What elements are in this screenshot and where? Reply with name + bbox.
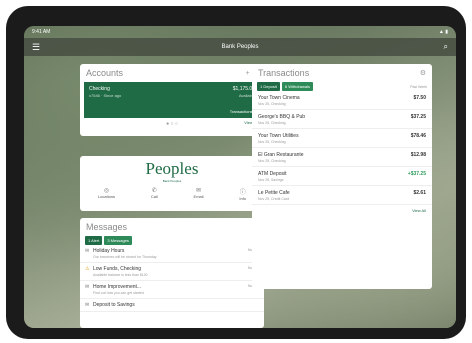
mail-icon: ✉ [85, 302, 90, 308]
warning-icon: ⚠ [85, 266, 90, 272]
quick-label: Email [193, 194, 204, 199]
table-row[interactable]: George's BBQ & Pub Nov 25, Checking $37.25 [252, 110, 432, 129]
tx-amount: $7.50 [413, 95, 426, 101]
accounts-card: Accounts + ⚙ Checking $1,175.01 x7546 · … [80, 64, 264, 136]
ipad-frame: 9:41 AM ▲ ▮ ☰ Bank Peoples ⌕ Accounts + … [6, 6, 466, 339]
mail-icon: ✉ [196, 188, 202, 194]
account-name: Checking [89, 86, 110, 92]
tx-name: Your Town Utilities [258, 133, 299, 139]
message-title: Deposit to Savings [93, 302, 135, 308]
tx-sub: Nov 25, Savings [258, 178, 284, 182]
tx-sub: Nov 25, Checking [258, 159, 286, 163]
tx-amount: $12.98 [410, 152, 426, 158]
messages-card: Messages ⚙ 1 Alert 3 Messages ✉Holiday H… [80, 218, 264, 328]
page-dots: ● ○ ○ View all [80, 118, 264, 130]
message-title: Low Funds, Checking [93, 266, 142, 272]
table-row[interactable]: Your Town Cinema Nov 25, Checking $7.50 [252, 91, 432, 110]
table-row[interactable]: Your Town Utilities Nov 25, Checking $78.4… [252, 129, 432, 148]
tx-sub: Nov 25, Checking [258, 102, 286, 106]
message-title: Holiday Hours [93, 248, 125, 254]
tx-name: Le Petite Cafe [258, 190, 290, 196]
peoples-logo: Peoples [145, 159, 199, 178]
quick-label: Call [150, 194, 158, 199]
menu-icon[interactable]: ☰ [32, 42, 40, 53]
tx-amount: $78.46 [410, 133, 426, 139]
table-row[interactable]: ATM Deposit Nov 25, Savings +$37.25 [252, 167, 432, 186]
nav-bar: ☰ Bank Peoples ⌕ [24, 38, 456, 56]
tx-amount: $37.25 [410, 114, 426, 120]
withdrawals-pill[interactable]: 6 Withdrawals [281, 82, 314, 91]
list-item[interactable]: ✉ Deposit to Savings [80, 299, 264, 312]
tx-name: George's BBQ & Pub [258, 114, 306, 120]
messages-title: Messages [86, 222, 128, 232]
account-sub: x7546 · Since ago [89, 93, 122, 98]
quick-label: Locations [97, 194, 116, 199]
messages-pill[interactable]: 3 Messages [104, 236, 132, 245]
quick-email[interactable]: ✉ Email [194, 187, 204, 201]
message-sub: Find out how you can get started [93, 291, 144, 295]
screen: 9:41 AM ▲ ▮ ☰ Bank Peoples ⌕ Accounts + … [24, 26, 456, 328]
deposits-pill[interactable]: 1 Deposit [257, 82, 280, 91]
settings-icon[interactable]: ⚙ [420, 69, 426, 77]
table-row[interactable]: El Gran Restaurante Nov 25, Checking $12.9… [252, 148, 432, 167]
tx-name: El Gran Restaurante [258, 152, 304, 158]
location-icon: ◎ [103, 188, 110, 194]
brand-card: Peoples Bank Peoples ◎ Locations ✆ Call ✉ E… [80, 156, 264, 211]
quick-call[interactable]: ✆ Call [151, 187, 158, 201]
tx-name: Your Town Cinema [258, 95, 300, 101]
message-sub: Our branches will be closed for Thursday [93, 255, 157, 259]
account-tile-checking[interactable]: Checking $1,175.01 x7546 · Since ago Ava… [84, 82, 260, 118]
tx-name: ATM Deposit [258, 171, 287, 177]
phone-icon: ✆ [151, 188, 157, 194]
message-sub: Available balance is less than $100 [93, 273, 148, 277]
mail-icon: ✉ [85, 284, 90, 290]
quick-label: Info [239, 196, 247, 201]
tx-amount: $2.61 [413, 190, 426, 196]
info-icon: ⓘ [239, 190, 246, 196]
logo-sub: Bank Peoples [162, 179, 182, 183]
message-title: Home Improvement... [93, 284, 142, 290]
status-bar: 9:41 AM ▲ ▮ [24, 26, 456, 38]
transactions-title: Transactions [258, 68, 310, 78]
quick-actions: ◎ Locations ✆ Call ✉ Email ⓘ Info [80, 187, 264, 201]
transactions-view-all[interactable]: View All [252, 205, 432, 216]
tx-sub: Nov 25, Checking [258, 140, 286, 144]
quick-info[interactable]: ⓘ Info [239, 187, 246, 201]
transactions-card: Transactions ⚙ 1 Deposit 6 Withdrawals P… [252, 64, 432, 289]
list-item[interactable]: ✉ Holiday Hours Our branches will be close… [80, 245, 264, 263]
period-label: Past Week [410, 84, 427, 89]
list-item[interactable]: ⚠ Low Funds, Checking Available balance is… [80, 263, 264, 281]
quick-locations[interactable]: ◎ Locations [98, 187, 115, 201]
status-indicators: ▲ ▮ [438, 29, 448, 35]
accounts-title: Accounts [86, 68, 124, 78]
tx-sub: Nov 25, Credit Card [258, 197, 289, 201]
table-row[interactable]: Le Petite Cafe Nov 25, Credit Card $2.61 [252, 186, 432, 205]
search-icon[interactable]: ⌕ [444, 42, 448, 52]
tx-sub: Nov 25, Checking [258, 121, 286, 125]
status-time: 9:41 AM [32, 29, 51, 35]
tx-amount: +$37.25 [407, 171, 426, 177]
alerts-pill[interactable]: 1 Alert [85, 236, 103, 245]
list-item[interactable]: ✉ Home Improvement... Find out how you can… [80, 281, 264, 299]
add-icon[interactable]: + [246, 70, 250, 77]
nav-title: Bank Peoples [221, 44, 259, 50]
mail-icon: ✉ [85, 248, 90, 254]
